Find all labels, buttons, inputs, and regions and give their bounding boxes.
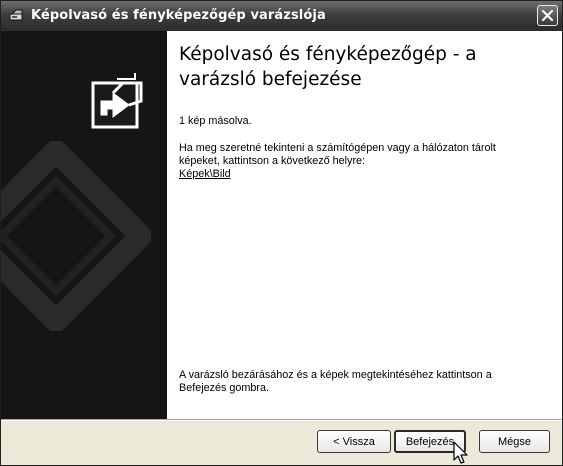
wizard-side-panel	[1, 31, 167, 419]
window-title: Képolvasó és fényképezőgép varázslója	[31, 8, 326, 23]
cancel-button[interactable]: Mégse	[479, 430, 550, 453]
back-button[interactable]: < Vissza	[317, 430, 391, 453]
scanner-camera-icon	[9, 9, 23, 21]
page-title: Képolvasó és fényképezőgép - a varázsló …	[179, 44, 477, 90]
decorative-frame	[1, 141, 151, 331]
finish-button-label: Befejezés	[405, 435, 455, 448]
button-separator	[1, 419, 562, 421]
mouse-pointer-icon	[453, 441, 468, 464]
close-icon	[541, 9, 554, 22]
copied-status-text: 1 kép másolva.	[179, 115, 252, 127]
close-instructions-text: A varázsló bezárásához és a képek megtek…	[179, 369, 492, 394]
wizard-window: Képolvasó és fényképezőgép varázslója Ké…	[0, 0, 563, 466]
cancel-button-label: Mégse	[497, 435, 532, 448]
wizard-arrow-icon	[91, 73, 143, 129]
back-button-label: < Vissza	[333, 435, 375, 448]
info-text: Ha meg szeretné tekinteni a számítógépen…	[179, 142, 496, 167]
close-button[interactable]	[537, 5, 558, 26]
title-bar[interactable]: Képolvasó és fényképezőgép varázslója	[1, 1, 562, 31]
wizard-content: Képolvasó és fényképezőgép - a varázsló …	[167, 31, 562, 419]
pictures-folder-link[interactable]: Képek\Bild	[179, 168, 231, 180]
